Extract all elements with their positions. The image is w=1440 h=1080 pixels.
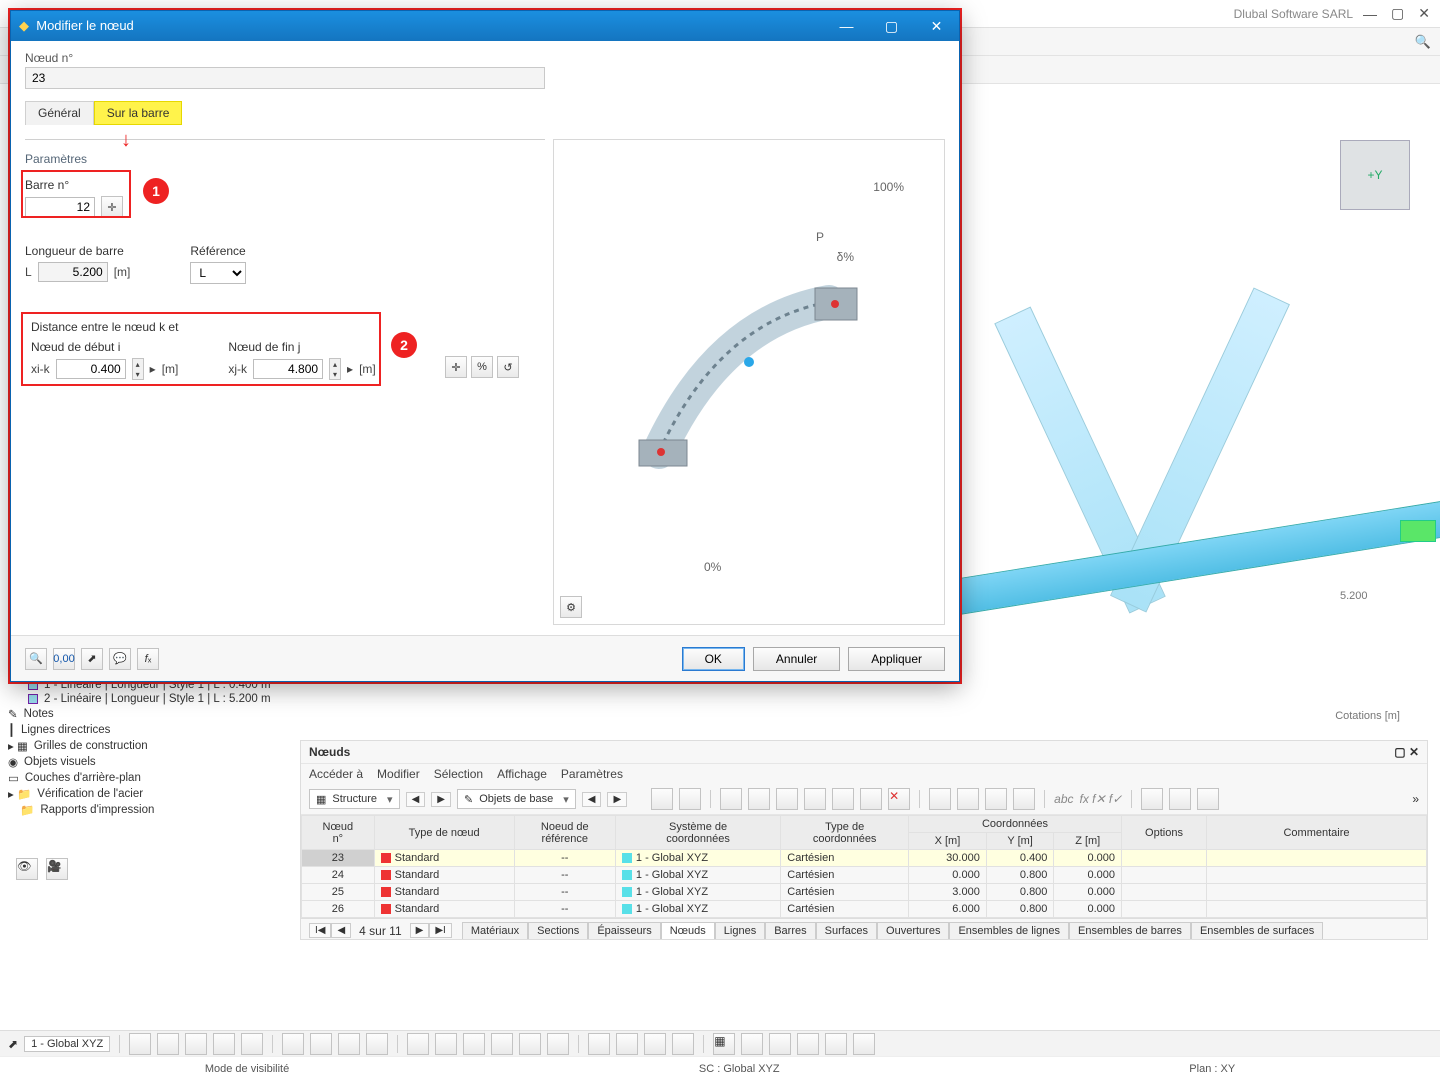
cs-combo[interactable]: 1 - Global XYZ [24,1036,110,1052]
search-icon[interactable]: 🔍 [1412,31,1434,53]
last-icon[interactable]: ▶I [429,923,451,938]
reference-select[interactable]: L [190,262,246,284]
annotation-box-2 [21,312,381,386]
status-vismode: Mode de visibilité [205,1063,289,1075]
support-right [1400,520,1436,542]
table-row: 24 Standard -- 1 - Global XYZ Cartésien … [302,867,1427,884]
table-row: 23 Standard -- 1 - Global XYZ Cartésien … [302,850,1427,867]
percent-icon[interactable]: % [471,356,493,378]
node-no-input[interactable] [25,67,545,89]
dialog-maximize-icon[interactable]: ▢ [869,11,914,41]
cs-icon[interactable]: ⬈ [81,648,103,670]
annotation-box-1 [21,170,131,218]
tab-materials[interactable]: Matériaux [462,922,528,939]
dialog-close-icon[interactable]: ✕ [914,11,959,41]
status-sc: SC : Global XYZ [699,1063,780,1075]
tab-sections[interactable]: Sections [528,922,588,939]
grid-icon[interactable]: ▦ [713,1033,735,1055]
length-symbol: L [25,265,32,279]
tree-camera-icon[interactable]: 🎥 [46,858,68,880]
cancel-button[interactable]: Annuler [753,647,840,671]
length-label: Longueur de barre [25,244,130,258]
dialog-preview[interactable]: 100% δ% P 0% ⚙ [553,139,945,625]
p-label: P [816,230,824,244]
tab-surfaces[interactable]: Surfaces [816,922,877,939]
delete-icon[interactable]: ✕ [888,788,910,810]
tab-members[interactable]: Barres [765,922,815,939]
length-input [38,262,108,282]
annotation-arrow-tab-icon: ↓ [121,129,131,152]
tab-membersets[interactable]: Ensembles de barres [1069,922,1191,939]
combo-structure[interactable]: ▦Structure [309,789,400,809]
next-icon[interactable]: ▶ [431,792,451,807]
tab-general[interactable]: Général [25,101,94,125]
pct-0-label: 0% [704,560,721,574]
cs-icon[interactable]: ⬈ [8,1037,18,1051]
preview-settings-icon[interactable]: ⚙ [560,596,582,618]
table-row: 26 Standard -- 1 - Global XYZ Cartésien … [302,901,1427,918]
tab-openings[interactable]: Ouvertures [877,922,949,939]
fwd-icon[interactable]: ▶ [410,923,430,938]
tab-linesets[interactable]: Ensembles de lignes [949,922,1069,939]
nodes-menu[interactable]: Accéder à Modifier Sélection Affichage P… [301,764,1427,784]
maximize-icon[interactable]: ▢ [1391,5,1404,22]
status-bar: ⬈ 1 - Global XYZ ▦ Mode de visibilité SC [0,1030,1440,1080]
dim-length: 5.200 [1340,590,1368,602]
zoom-icon[interactable]: 🔍 [25,648,47,670]
dialog-titlebar[interactable]: ◆ Modifier le nœud — ▢ ✕ [11,11,959,41]
comment-icon[interactable]: 💬 [109,648,131,670]
close-icon[interactable]: ✕ [1418,5,1430,22]
prev-icon[interactable]: ◀ [406,792,426,807]
annotation-marker-1: 1 [143,178,169,204]
delta-label: δ% [837,250,854,264]
preview-diagram-icon [599,262,899,502]
node-no-label: Nœud n° [25,51,945,65]
units-icon[interactable]: 0,00 [53,648,75,670]
status-plan: Plan : XY [1189,1063,1235,1075]
tab-nodes[interactable]: Nœuds [661,922,715,939]
filter-icon[interactable] [651,788,673,810]
member-no-label: 12 [1230,580,1242,592]
first-icon[interactable]: I◀ [309,923,331,938]
edit-node-dialog: ◆ Modifier le nœud — ▢ ✕ Nœud n° Général… [10,10,960,682]
nodes-panel: Nœuds ▢ ✕ Accéder à Modifier Sélection A… [300,740,1428,940]
params-group-title: Paramètres [25,152,545,166]
pct-100-label: 100% [873,180,904,194]
app-icon: ◆ [19,18,29,33]
view-cube[interactable]: +Y [1340,140,1410,210]
nodes-panel-title: Nœuds [309,745,350,759]
table-row: 25 Standard -- 1 - Global XYZ Cartésien … [302,884,1427,901]
distance-pick-icon[interactable]: ✛ [445,356,467,378]
tab-on-member[interactable]: Sur la barre [94,101,183,125]
ok-button[interactable]: OK [682,647,745,671]
brand-label: Dlubal Software SARL [1234,7,1353,21]
tab-surfacesets[interactable]: Ensembles de surfaces [1191,922,1323,939]
reset-icon[interactable]: ↺ [497,356,519,378]
tab-lines[interactable]: Lignes [715,922,765,939]
filter2-icon[interactable] [679,788,701,810]
app-window: Dlubal Software SARL — ▢ ✕ 💾 ↶ ↷ ⚙ 🔍 ↖ ✥… [0,0,1440,1080]
length-unit: [m] [114,265,131,279]
tab-thickness[interactable]: Épaisseurs [588,922,660,939]
apply-button[interactable]: Appliquer [848,647,945,671]
annotation-marker-2: 2 [391,332,417,358]
units-label: Cotations [m] [1335,710,1400,722]
restore-icon[interactable]: ▢ [1394,745,1405,759]
panel-close-icon[interactable]: ✕ [1409,745,1419,759]
fx-icon[interactable]: fₓ [137,648,159,670]
dialog-minimize-icon[interactable]: — [824,11,869,41]
reference-label: Référence [190,244,246,258]
minimize-icon[interactable]: — [1363,6,1377,22]
nodes-table[interactable]: Nœud n° Type de nœud Noeud de référence … [301,815,1427,918]
combo-objects[interactable]: ✎Objets de base [457,789,576,809]
pager-label: 4 sur 11 [351,924,409,938]
back-icon[interactable]: ◀ [331,923,351,938]
tree-display-icon[interactable]: 👁 [16,858,38,880]
